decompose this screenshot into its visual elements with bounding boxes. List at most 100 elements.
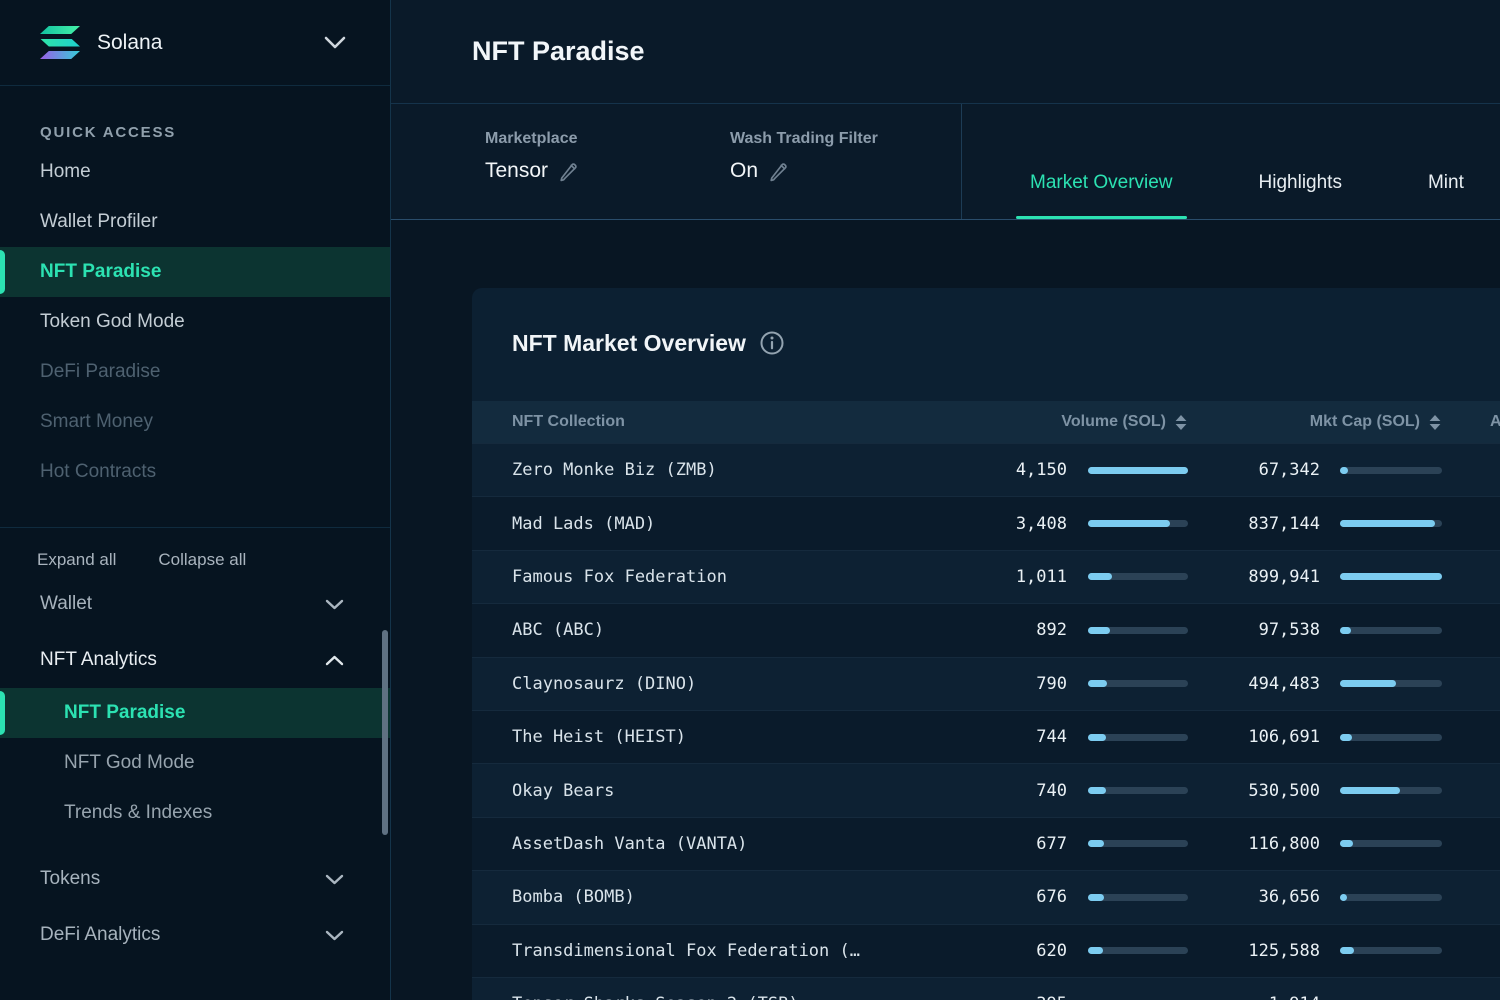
volume-value: 4,150 (942, 460, 1067, 480)
mktcap-value: 36,656 (1188, 887, 1320, 907)
info-icon[interactable] (759, 330, 785, 356)
volume-bar-fill (1088, 520, 1170, 527)
chevron-down-icon (325, 874, 344, 885)
expand-all-button[interactable]: Expand all (37, 550, 116, 570)
tab-market-overview[interactable]: Market Overview (1016, 172, 1187, 219)
quick-access-title: QUICK ACCESS (40, 124, 390, 141)
wash-trading-value: On (730, 159, 758, 183)
volume-bar (1088, 627, 1188, 634)
volume-value: 677 (942, 834, 1067, 854)
sidebar-scrollbar-thumb[interactable] (382, 630, 388, 835)
volume-bar (1088, 680, 1188, 687)
sidebar-item-token-god-mode[interactable]: Token God Mode (0, 297, 390, 347)
mktcap-bar (1340, 467, 1442, 474)
table-row[interactable]: The Heist (HEIST) 744 106,691 (472, 710, 1500, 763)
table-row[interactable]: Famous Fox Federation 1,011 899,941 (472, 550, 1500, 603)
volume-bar-fill (1088, 573, 1112, 580)
mktcap-value: 530,500 (1188, 781, 1320, 801)
collection-name: Bomba (BOMB) (512, 887, 942, 907)
sidebar-section-defi-analytics[interactable]: DeFi Analytics (0, 907, 390, 963)
table-row[interactable]: Bomba (BOMB) 676 36,656 (472, 870, 1500, 923)
sidebar-item-home[interactable]: Home (0, 147, 390, 197)
marketplace-value: Tensor (485, 159, 548, 183)
volume-value: 790 (942, 674, 1067, 694)
toolbar: Marketplace Tensor Wash Trading Filter O… (391, 104, 1500, 220)
page-header: NFT Paradise (391, 0, 1500, 104)
sidebar-subitem-trends-indexes[interactable]: Trends & Indexes (0, 788, 390, 838)
mktcap-bar-fill (1340, 840, 1353, 847)
table-row[interactable]: Zero Monke Biz (ZMB) 4,150 67,342 (472, 443, 1500, 496)
sidebar-item-nft-paradise[interactable]: NFT Paradise (0, 247, 390, 297)
volume-value: 676 (942, 887, 1067, 907)
volume-value: 620 (942, 941, 1067, 961)
table-row[interactable]: Mad Lads (MAD) 3,408 837,144 (472, 496, 1500, 549)
sidebar-item-smart-money[interactable]: Smart Money (0, 397, 390, 447)
sidebar-subitem-nft-god-mode[interactable]: NFT God Mode (0, 738, 390, 788)
sidebar-item-defi-paradise[interactable]: DeFi Paradise (0, 347, 390, 397)
table-row[interactable]: Okay Bears 740 530,500 (472, 763, 1500, 816)
mktcap-value: 125,588 (1188, 941, 1320, 961)
table-row[interactable]: Transdimensional Fox Federation (… 620 1… (472, 924, 1500, 977)
volume-bar (1088, 734, 1188, 741)
column-header-mktcap-sort[interactable]: Mkt Cap (SOL) (1188, 413, 1442, 431)
volume-bar-fill (1088, 627, 1110, 634)
pencil-icon (768, 161, 789, 182)
table-row[interactable]: Claynosaurz (DINO) 790 494,483 (472, 657, 1500, 710)
chevron-down-icon (324, 36, 346, 49)
volume-bar (1088, 520, 1188, 527)
marketplace-filter: Marketplace Tensor (485, 130, 579, 183)
mktcap-bar-fill (1340, 680, 1396, 687)
wash-trading-label: Wash Trading Filter (730, 130, 878, 148)
app-root: Solana QUICK ACCESS Home Wallet Profiler… (0, 0, 1500, 1000)
mktcap-value: 116,800 (1188, 834, 1320, 854)
mktcap-bar-fill (1340, 573, 1442, 580)
network-selector[interactable]: Solana (0, 0, 390, 86)
sidebar-divider (0, 527, 390, 528)
mktcap-bar (1340, 734, 1442, 741)
collection-name: ABC (ABC) (512, 620, 942, 640)
active-accent-bar (0, 250, 5, 294)
main-content: NFT Paradise Marketplace Tensor Wash Tra… (391, 0, 1500, 1000)
mktcap-bar (1340, 840, 1442, 847)
volume-value: 744 (942, 727, 1067, 747)
volume-bar (1088, 787, 1188, 794)
collection-name: Transdimensional Fox Federation (… (512, 941, 942, 961)
mktcap-bar-fill (1340, 787, 1400, 794)
mktcap-bar (1340, 680, 1442, 687)
mktcap-bar (1340, 947, 1442, 954)
table-row[interactable]: Tensor Sharks Season 2 (TSB) 395 1,914 (472, 977, 1500, 1000)
collection-name: AssetDash Vanta (VANTA) (512, 834, 942, 854)
mktcap-value: 494,483 (1188, 674, 1320, 694)
sidebar-subitem-nft-paradise[interactable]: NFT Paradise (0, 688, 390, 738)
volume-bar (1088, 573, 1188, 580)
collection-name: Tensor Sharks Season 2 (TSB) (512, 994, 942, 1000)
sidebar-item-hot-contracts[interactable]: Hot Contracts (0, 447, 390, 497)
table-row[interactable]: ABC (ABC) 892 97,538 (472, 603, 1500, 656)
table-row[interactable]: AssetDash Vanta (VANTA) 677 116,800 (472, 817, 1500, 870)
volume-value: 892 (942, 620, 1067, 640)
marketplace-label: Marketplace (485, 130, 579, 148)
sidebar-item-wallet-profiler[interactable]: Wallet Profiler (0, 197, 390, 247)
sidebar-section-nft-analytics[interactable]: NFT Analytics (0, 632, 390, 688)
column-header-volume-sort[interactable]: Volume (SOL) (942, 413, 1188, 431)
column-header-partial: A (1490, 413, 1500, 431)
sidebar-section-tokens[interactable]: Tokens (0, 851, 390, 907)
tab-highlights[interactable]: Highlights (1245, 172, 1356, 219)
mktcap-value: 67,342 (1188, 460, 1320, 480)
sidebar-section-wallet[interactable]: Wallet (0, 576, 390, 632)
collapse-all-button[interactable]: Collapse all (158, 550, 246, 570)
wash-trading-filter: Wash Trading Filter On (730, 130, 878, 183)
volume-bar-fill (1088, 467, 1188, 474)
mktcap-bar-fill (1340, 894, 1347, 901)
volume-bar-fill (1088, 894, 1104, 901)
pencil-icon (558, 161, 579, 182)
collection-name: The Heist (HEIST) (512, 727, 942, 747)
wash-trading-edit-button[interactable]: On (730, 159, 878, 183)
marketplace-edit-button[interactable]: Tensor (485, 159, 579, 183)
mktcap-value: 106,691 (1188, 727, 1320, 747)
table-body: Zero Monke Biz (ZMB) 4,150 67,342 Mad La… (472, 443, 1500, 1000)
card-title: NFT Market Overview (512, 330, 746, 357)
tab-mint[interactable]: Mint (1414, 172, 1478, 219)
sort-icon (1174, 414, 1188, 431)
chevron-up-icon (325, 655, 344, 666)
